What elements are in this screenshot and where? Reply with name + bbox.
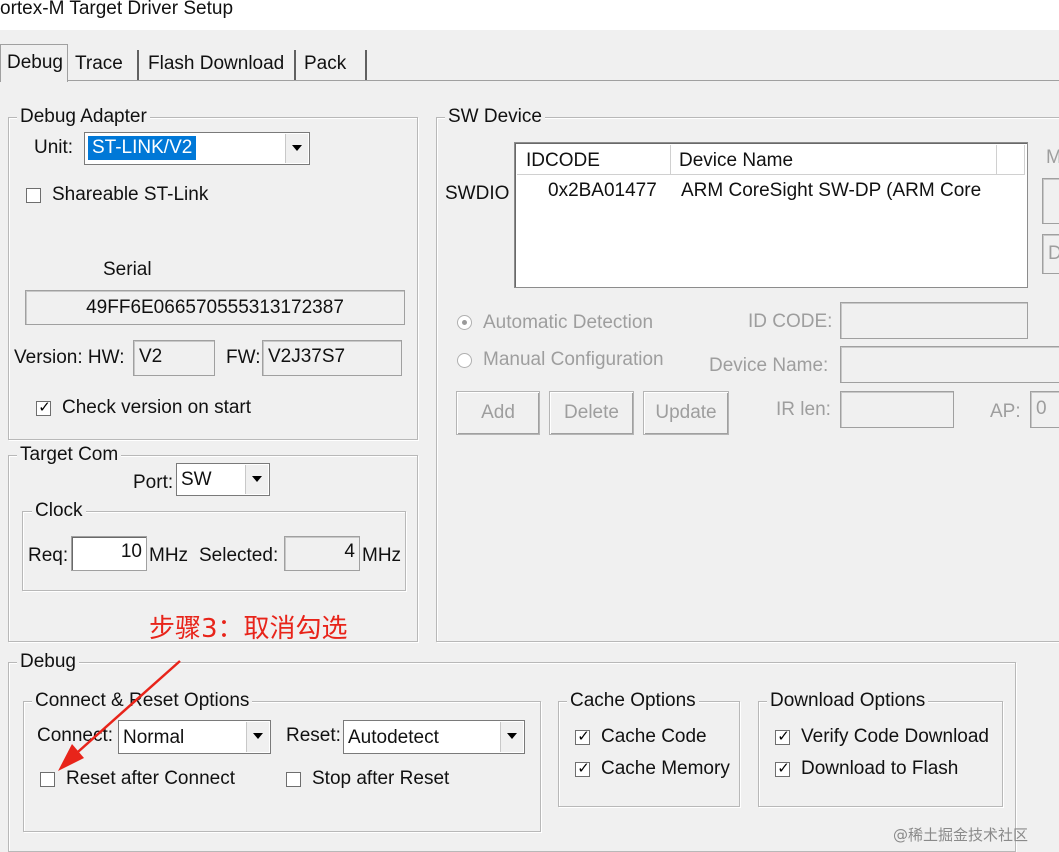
- tab-debug-label: Debug: [7, 52, 63, 73]
- tab-debug[interactable]: Debug: [0, 44, 68, 82]
- annotation-arrow-head-icon: [58, 744, 84, 771]
- annotation-arrow-line: [69, 660, 181, 760]
- watermark-text: @稀土掘金技术社区: [893, 826, 1029, 844]
- annotation-arrow-layer: [58, 660, 181, 771]
